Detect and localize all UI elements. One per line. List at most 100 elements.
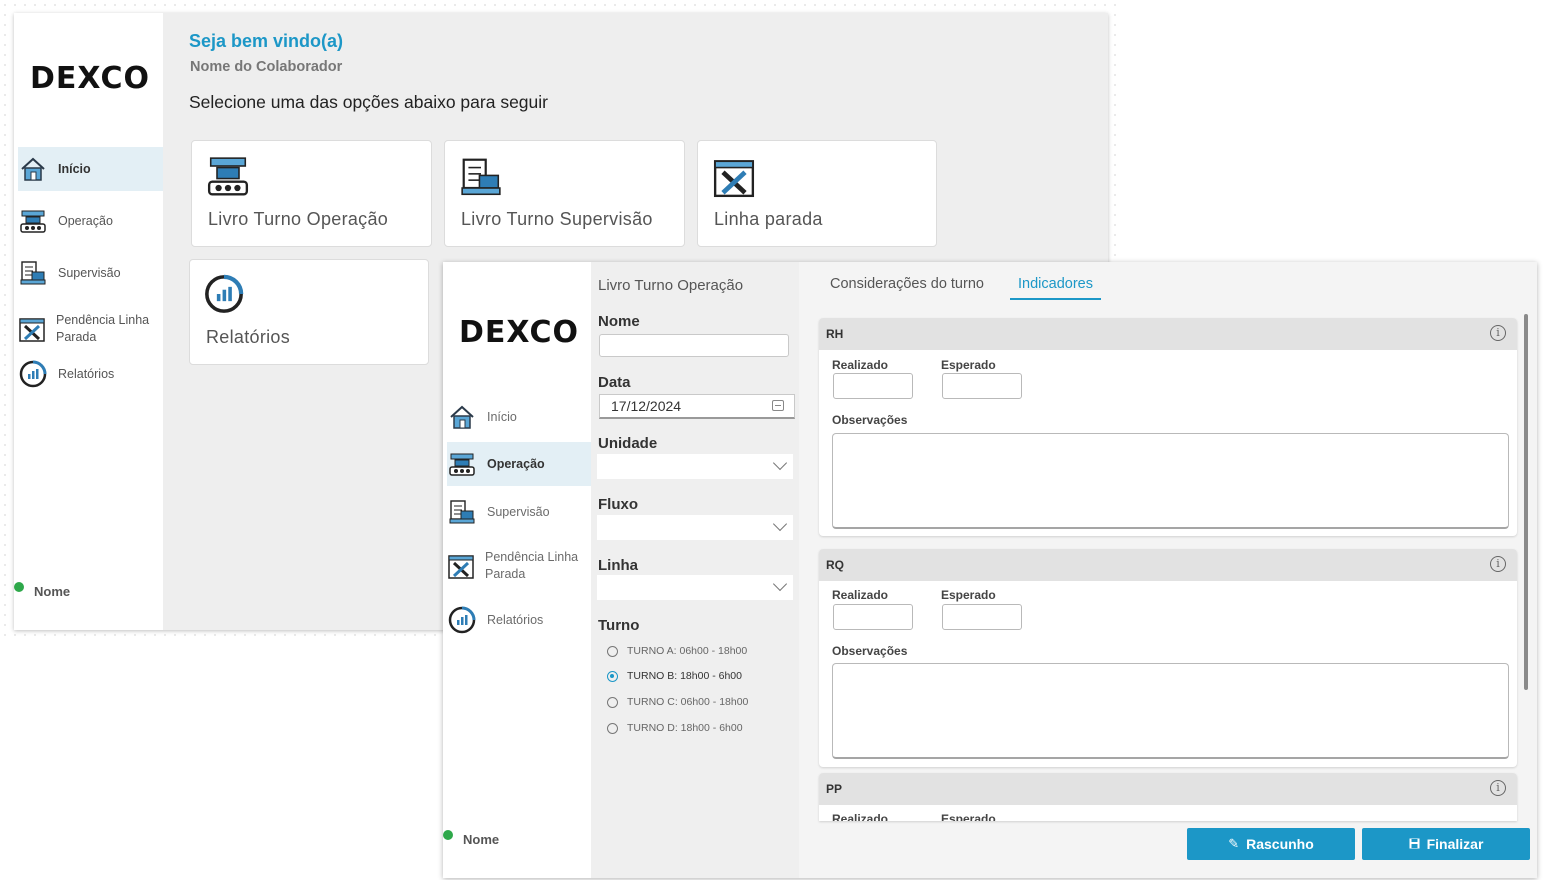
card-title: Linha parada xyxy=(714,209,823,229)
sidebar-item-label: Supervisão xyxy=(487,504,550,519)
supervision-icon xyxy=(18,258,48,288)
sidebar: DEXCO Início Operação Supervisão Pendênc… xyxy=(14,13,163,630)
sidebar-item-supervisao[interactable]: Supervisão xyxy=(18,251,163,295)
linha-select[interactable] xyxy=(597,575,793,600)
panel-title: RQ xyxy=(826,558,844,572)
radio-label: TURNO C: 06h00 - 18h00 xyxy=(627,696,749,708)
radio-label: TURNO B: 18h00 - 6h00 xyxy=(627,670,742,682)
unidade-select[interactable] xyxy=(597,454,793,479)
data-label: Data xyxy=(598,374,631,391)
info-icon[interactable]: i xyxy=(1490,780,1506,796)
tools-calendar-icon xyxy=(712,155,756,199)
dexco-logo: DEXCO xyxy=(30,61,150,96)
realizado-label: Realizado xyxy=(832,588,889,602)
conveyor-icon xyxy=(206,155,250,199)
realizado-label: Realizado xyxy=(832,358,889,372)
sidebar-item-supervisao[interactable]: Supervisão xyxy=(447,490,591,534)
realizado-input[interactable] xyxy=(833,604,913,630)
collaborator-name: Nome do Colaborador xyxy=(190,59,343,75)
sidebar-item-pendencia[interactable]: Pendência Linha Parada xyxy=(18,307,163,351)
scrollbar[interactable] xyxy=(1524,314,1528,690)
sidebar-item-label: Pendência Linha Parada xyxy=(485,550,579,581)
tab-consideracoes[interactable]: Considerações do turno xyxy=(830,276,984,298)
card-livro-turno-operacao[interactable]: Livro Turno Operação xyxy=(191,140,432,247)
indicator-panel-rq: RQ i Realizado Esperado Observações xyxy=(819,549,1517,767)
report-icon xyxy=(18,359,48,389)
sidebar-item-label: Operação xyxy=(58,213,113,228)
online-status-icon xyxy=(14,579,26,594)
card-title: Relatórios xyxy=(206,327,291,347)
esperado-input[interactable] xyxy=(942,373,1022,399)
welcome-title: Seja bem vindo(a) xyxy=(189,31,344,51)
radio-button[interactable] xyxy=(607,722,618,734)
sidebar-item-relatorios[interactable]: Relatórios xyxy=(18,352,163,396)
chevron-down-icon xyxy=(772,576,788,592)
info-icon[interactable]: i xyxy=(1490,556,1506,572)
observacoes-textarea[interactable] xyxy=(832,433,1509,529)
calendar-icon[interactable] xyxy=(772,400,784,411)
form-title: Livro Turno Operação xyxy=(598,277,744,294)
operacao-window: DEXCO Início Operação Supervisão Pendênc… xyxy=(443,262,1537,878)
realizado-input[interactable] xyxy=(833,373,913,399)
card-relatorios[interactable]: Relatórios xyxy=(189,259,429,365)
indicators-area: Considerações do turno Indicadores RH i … xyxy=(799,262,1537,878)
radio-label: TURNO A: 06h00 - 18h00 xyxy=(627,645,748,657)
turno-radio-b[interactable]: TURNO B: 18h00 - 6h00 xyxy=(607,670,742,682)
finalizar-button[interactable]: Finalizar xyxy=(1362,828,1530,860)
home-icon xyxy=(18,154,48,184)
chevron-down-icon xyxy=(772,516,788,532)
card-livro-turno-supervisao[interactable]: Livro Turno Supervisão xyxy=(444,140,685,247)
panel-header: RQ i xyxy=(819,549,1517,581)
radio-button[interactable] xyxy=(607,696,618,708)
sidebar-item-pendencia[interactable]: Pendência Linha Parada xyxy=(447,544,591,588)
sidebar-item-inicio[interactable]: Início xyxy=(18,147,163,191)
indicator-panel-rh: RH i Realizado Esperado Observações xyxy=(819,318,1517,536)
user-profile[interactable]: Nome xyxy=(14,579,70,629)
radio-button[interactable] xyxy=(607,670,618,682)
turno-radio-c[interactable]: TURNO C: 06h00 - 18h00 xyxy=(607,696,748,708)
rascunho-button[interactable]: ✎ Rascunho xyxy=(1187,828,1355,860)
tools-calendar-icon xyxy=(447,551,475,581)
home-icon xyxy=(447,402,477,432)
sidebar-item-operacao[interactable]: Operação xyxy=(447,442,591,486)
observacoes-label: Observações xyxy=(832,644,908,658)
fluxo-select[interactable] xyxy=(597,515,793,540)
panel-header: PP i xyxy=(819,773,1517,805)
online-status-icon xyxy=(443,827,455,842)
panel-header: RH i xyxy=(819,318,1517,350)
button-label: Rascunho xyxy=(1246,836,1314,852)
report-icon xyxy=(447,605,477,635)
tools-calendar-icon xyxy=(18,314,46,344)
sidebar-item-operacao[interactable]: Operação xyxy=(18,199,163,243)
radio-label: TURNO D: 18h00 - 6h00 xyxy=(627,722,743,734)
observacoes-textarea[interactable] xyxy=(832,663,1509,759)
conveyor-icon xyxy=(447,449,477,479)
date-value: 17/12/2024 xyxy=(611,398,682,414)
sidebar-item-label: Relatórios xyxy=(58,366,115,381)
info-icon[interactable]: i xyxy=(1490,325,1506,341)
turno-radio-d[interactable]: TURNO D: 18h00 - 6h00 xyxy=(607,722,743,734)
nome-field[interactable] xyxy=(599,334,789,357)
esperado-input[interactable] xyxy=(942,604,1022,630)
form-panel: Livro Turno Operação Nome Data 17/12/202… xyxy=(591,262,799,878)
button-label: Finalizar xyxy=(1426,836,1484,852)
date-field[interactable]: 17/12/2024 xyxy=(599,394,795,419)
user-profile[interactable]: Nome xyxy=(443,827,499,877)
tab-indicadores[interactable]: Indicadores xyxy=(1010,276,1101,300)
dexco-logo: DEXCO xyxy=(459,315,579,350)
sidebar-item-relatorios[interactable]: Relatórios xyxy=(447,598,591,642)
indicator-panel-pp: PP i Realizado Esperado xyxy=(819,773,1517,821)
realizado-label: Realizado xyxy=(832,812,889,821)
esperado-label: Esperado xyxy=(941,358,996,372)
radio-button[interactable] xyxy=(607,645,618,657)
pencil-icon: ✎ xyxy=(1228,836,1240,851)
turno-radio-a[interactable]: TURNO A: 06h00 - 18h00 xyxy=(607,645,747,657)
sidebar-item-label: Relatórios xyxy=(487,612,544,627)
esperado-label: Esperado xyxy=(941,588,996,602)
sidebar-item-label: Início xyxy=(58,161,91,176)
sidebar-item-inicio[interactable]: Início xyxy=(447,395,591,439)
esperado-label: Esperado xyxy=(941,812,996,821)
supervision-icon xyxy=(447,497,477,527)
nome-label: Nome xyxy=(598,313,640,330)
card-linha-parada[interactable]: Linha parada xyxy=(697,140,937,247)
